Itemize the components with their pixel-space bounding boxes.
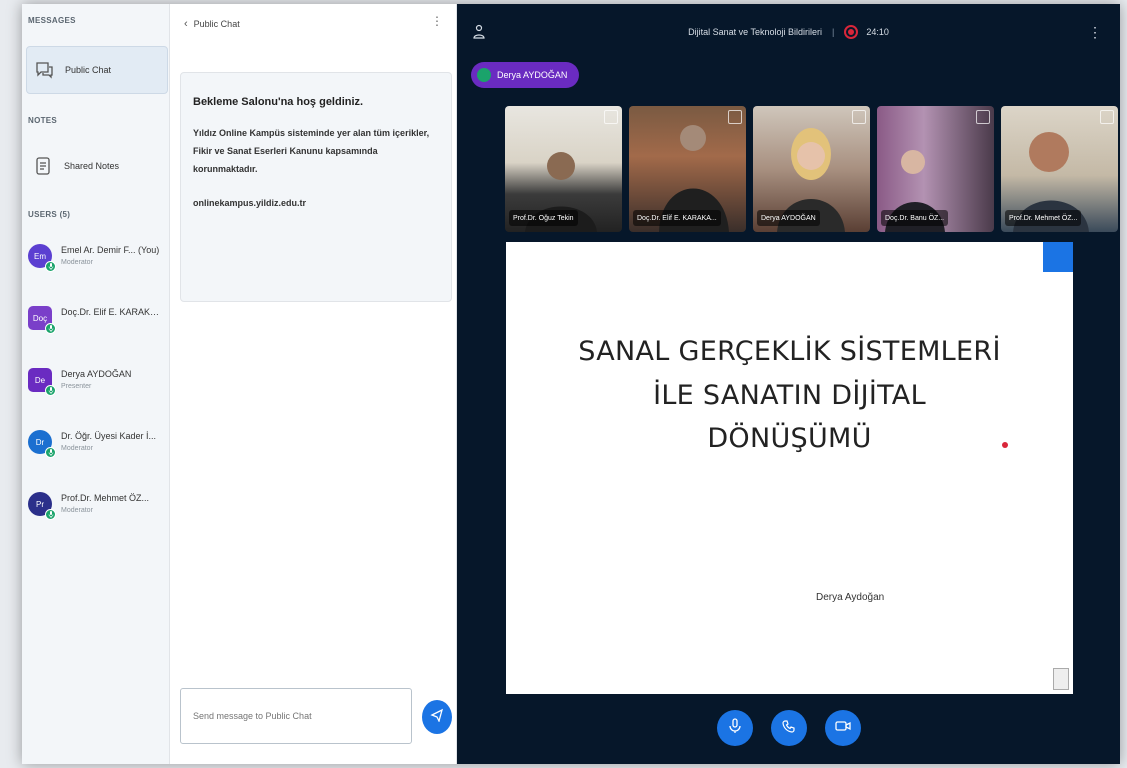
avatar: De xyxy=(28,368,56,396)
options-kebab-icon[interactable]: ⋮ xyxy=(1088,24,1102,41)
video-caption: Doç.Dr. Banu ÖZ... xyxy=(881,210,949,226)
user-role: Moderator xyxy=(61,445,93,452)
welcome-link[interactable]: onlinekampus.yildiz.edu.tr xyxy=(193,198,439,208)
microphone-icon xyxy=(477,68,491,82)
avatar: Pr xyxy=(28,492,56,520)
slide-title: SANAL GERÇEKLİK SİSTEMLERİ İLE SANATIN D… xyxy=(578,336,1001,455)
public-chat-label: Public Chat xyxy=(65,65,112,75)
chat-icon xyxy=(33,59,55,81)
expand-icon[interactable] xyxy=(852,110,866,124)
welcome-body: Yıldız Online Kampüs sisteminde yer alan… xyxy=(193,127,430,174)
share-webcam-button[interactable] xyxy=(824,710,861,746)
shared-notes-label: Shared Notes xyxy=(64,161,120,171)
recording-icon[interactable] xyxy=(844,25,859,39)
action-bar xyxy=(457,710,1120,754)
user-name: Dr. Öğr. Üyesi Kader İ... xyxy=(61,431,157,441)
notes-section-title: NOTES xyxy=(28,116,58,125)
sidebar: MESSAGES Public Chat NOTES Shared Notes … xyxy=(22,4,170,764)
video-tile[interactable]: Prof.Dr. Oğuz Tekin xyxy=(505,106,622,232)
avatar: Em xyxy=(28,244,56,272)
expand-icon[interactable] xyxy=(976,110,990,124)
user-name: Derya AYDOĞAN xyxy=(61,369,132,379)
user-name: Prof.Dr. Mehmet ÖZ... xyxy=(61,493,150,503)
sidebar-item-shared-notes[interactable]: Shared Notes xyxy=(26,144,168,188)
video-caption: Prof.Dr. Oğuz Tekin xyxy=(509,210,578,226)
users-section-title: USERS (5) xyxy=(28,210,71,219)
meeting-title-bar: Dijital Sanat ve Teknoloji Bildirileri |… xyxy=(457,22,1120,42)
user-name: Doç.Dr. Elif E. KARAKA... xyxy=(61,307,161,317)
chat-header: ‹ Public Chat ⋮ xyxy=(184,14,449,34)
user-list-item[interactable]: Doç Doç.Dr. Elif E. KARAKA... xyxy=(28,302,168,352)
send-message-button[interactable] xyxy=(422,700,452,734)
video-caption: Doç.Dr. Elif E. KARAKA... xyxy=(633,210,721,226)
user-role: Moderator xyxy=(61,507,93,514)
user-list-item[interactable]: Pr Prof.Dr. Mehmet ÖZ... Moderator xyxy=(28,488,168,538)
microphone-icon xyxy=(45,509,56,520)
microphone-icon xyxy=(45,323,56,334)
mute-button[interactable] xyxy=(716,710,753,746)
video-tile[interactable]: Prof.Dr. Mehmet ÖZ... xyxy=(1001,106,1118,232)
leave-audio-button[interactable] xyxy=(770,710,807,746)
user-list-item[interactable]: Em Emel Ar. Demir F... (You) Moderator xyxy=(28,240,168,290)
presentation-area: Dijital Sanat ve Teknoloji Bildirileri |… xyxy=(457,4,1120,764)
video-caption: Derya AYDOĞAN xyxy=(757,210,820,226)
avatar: Dr xyxy=(28,430,56,458)
video-tile[interactable]: Derya AYDOĞAN xyxy=(753,106,870,232)
expand-icon[interactable] xyxy=(728,110,742,124)
chat-options-kebab-icon[interactable]: ⋮ xyxy=(431,14,443,28)
welcome-title: Bekleme Salonu'na hoş geldiniz. xyxy=(193,96,364,108)
camera-icon xyxy=(834,719,851,737)
expand-icon[interactable] xyxy=(604,110,618,124)
recording-time: 24:10 xyxy=(866,27,889,37)
microphone-icon xyxy=(728,717,742,739)
chat-message-input[interactable] xyxy=(180,688,412,744)
slide-corner-marker xyxy=(1043,242,1073,272)
microphone-icon xyxy=(45,261,56,272)
meeting-title: Dijital Sanat ve Teknoloji Bildirileri xyxy=(688,27,823,37)
current-talker-indicator[interactable]: Derya AYDOĞAN xyxy=(471,62,580,88)
notes-icon xyxy=(32,155,54,177)
video-tile[interactable]: Doç.Dr. Elif E. KARAKA... xyxy=(629,106,746,232)
video-tile[interactable]: Doç.Dr. Banu ÖZ... xyxy=(877,106,994,232)
user-role: Presenter xyxy=(61,383,92,390)
chat-panel: ‹ Public Chat ⋮ Bekleme Salonu'na hoş ge… xyxy=(170,4,457,764)
user-list-item[interactable]: De Derya AYDOĞAN Presenter xyxy=(28,364,168,414)
messages-section-title: MESSAGES xyxy=(28,16,76,25)
microphone-icon xyxy=(45,447,56,458)
divider: | xyxy=(832,27,835,37)
welcome-message: Bekleme Salonu'na hoş geldiniz. Yıldız O… xyxy=(180,72,452,302)
app-window: MESSAGES Public Chat NOTES Shared Notes … xyxy=(22,4,1120,764)
phone-icon xyxy=(781,719,796,738)
back-chevron-icon[interactable]: ‹ xyxy=(184,18,188,30)
laser-pointer xyxy=(1002,442,1008,448)
send-icon xyxy=(430,708,444,727)
user-name: Emel Ar. Demir F... (You) xyxy=(61,245,160,255)
fullscreen-icon[interactable] xyxy=(1053,668,1069,690)
user-role: Moderator xyxy=(61,259,93,266)
user-list-item[interactable]: Dr Dr. Öğr. Üyesi Kader İ... Moderator xyxy=(28,426,168,476)
expand-icon[interactable] xyxy=(1100,110,1114,124)
sidebar-item-public-chat[interactable]: Public Chat xyxy=(26,46,168,94)
microphone-icon xyxy=(45,385,56,396)
talker-name: Derya AYDOĞAN xyxy=(497,70,568,80)
slide-author: Derya Aydoğan xyxy=(816,592,885,603)
avatar: Doç xyxy=(28,306,56,334)
video-caption: Prof.Dr. Mehmet ÖZ... xyxy=(1005,210,1082,226)
presentation-slide[interactable]: SANAL GERÇEKLİK SİSTEMLERİ İLE SANATIN D… xyxy=(506,242,1073,694)
chat-title: Public Chat xyxy=(193,19,240,29)
